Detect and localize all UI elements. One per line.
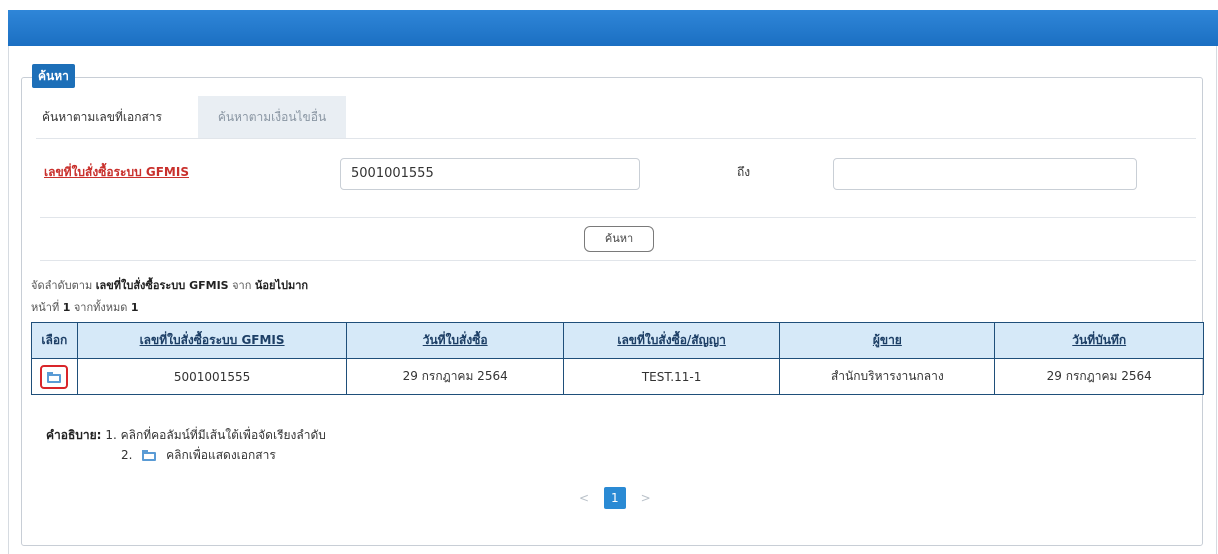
legend: คำอธิบาย: 1. คลิกที่คอลัมน์ที่มีเส้นใต้เ… <box>46 426 326 445</box>
col-select: เลือก <box>31 322 78 359</box>
col-po-contract[interactable]: เลขที่ใบสั่งซื้อ/สัญญา <box>562 322 781 359</box>
legend-line2: 2. คลิกเพื่อแสดงเอกสาร <box>121 446 276 465</box>
legend-line1: 1. คลิกที่คอลัมน์ที่มีเส้นใต้เพื่อจัดเรี… <box>105 428 326 442</box>
divider <box>40 260 1196 261</box>
search-panel <box>21 77 1203 546</box>
po-number-from-input[interactable]: 5001001555 <box>340 158 640 190</box>
table-header-row: เลือก เลขที่ใบสั่งซื้อระบบ GFMIS วันที่ใ… <box>31 322 1204 359</box>
panel-title: ค้นหา <box>32 64 75 88</box>
cell-po-contract: TEST.11-1 <box>562 358 781 395</box>
top-banner <box>8 10 1218 46</box>
po-number-label: เลขที่ใบสั่งซื้อระบบ GFMIS <box>44 165 189 179</box>
page-info: หน้าที่ 1 จากทั้งหมด 1 <box>31 298 139 316</box>
page-total: 1 <box>130 301 139 314</box>
cell-po-date: 29 กรกฎาคม 2564 <box>346 358 564 395</box>
col-record-date[interactable]: วันที่บันทึก <box>994 322 1204 359</box>
open-document-button[interactable] <box>40 364 69 389</box>
tab-search-by-document[interactable]: ค้นหาตามเลขที่เอกสาร <box>36 96 168 138</box>
sort-order: น้อยไปมาก <box>254 279 309 292</box>
folder-icon <box>142 450 157 461</box>
legend-title: คำอธิบาย: <box>46 428 102 442</box>
col-vendor[interactable]: ผู้ขาย <box>779 322 996 359</box>
legend-line2-number: 2. <box>121 448 133 462</box>
cell-record-date: 29 กรกฎาคม 2564 <box>994 358 1204 395</box>
sort-field: เลขที่ใบสั่งซื้อระบบ GFMIS <box>95 279 229 292</box>
select-cell <box>31 358 78 395</box>
sort-prefix: จัดลำดับตาม <box>31 279 96 292</box>
po-number-to-input[interactable] <box>833 158 1137 190</box>
legend-line2-text: คลิกเพื่อแสดงเอกสาร <box>166 448 276 462</box>
page-prefix: หน้าที่ <box>31 301 63 314</box>
cell-vendor: สำนักบริหารงานกลาง <box>779 358 996 395</box>
prev-page-button[interactable]: < <box>574 491 594 505</box>
cell-po-gfmis: 5001001555 <box>76 358 348 395</box>
tab-search-by-other[interactable]: ค้นหาตามเงื่อนไขอื่น <box>198 96 346 138</box>
divider <box>40 217 1196 218</box>
sort-info: จัดลำดับตาม เลขที่ใบสั่งซื้อระบบ GFMIS จ… <box>31 276 308 294</box>
page-middle: จากทั้งหมด <box>70 301 131 314</box>
search-button[interactable]: ค้นหา <box>584 226 654 252</box>
folder-icon <box>47 371 62 383</box>
sort-middle: จาก <box>228 279 255 292</box>
col-po-gfmis[interactable]: เลขที่ใบสั่งซื้อระบบ GFMIS <box>76 322 348 359</box>
next-page-button[interactable]: > <box>636 491 656 505</box>
table-row: 5001001555 29 กรกฎาคม 2564 TEST.11-1 สำน… <box>31 358 1204 395</box>
tab-divider <box>36 138 1196 139</box>
results-table: เลือก เลขที่ใบสั่งซื้อระบบ GFMIS วันที่ใ… <box>31 322 1204 395</box>
pagination: < 1 > <box>574 487 656 511</box>
col-po-date[interactable]: วันที่ใบสั่งซื้อ <box>346 322 564 359</box>
to-label: ถึง <box>737 165 751 179</box>
page-button-current[interactable]: 1 <box>603 487 626 509</box>
